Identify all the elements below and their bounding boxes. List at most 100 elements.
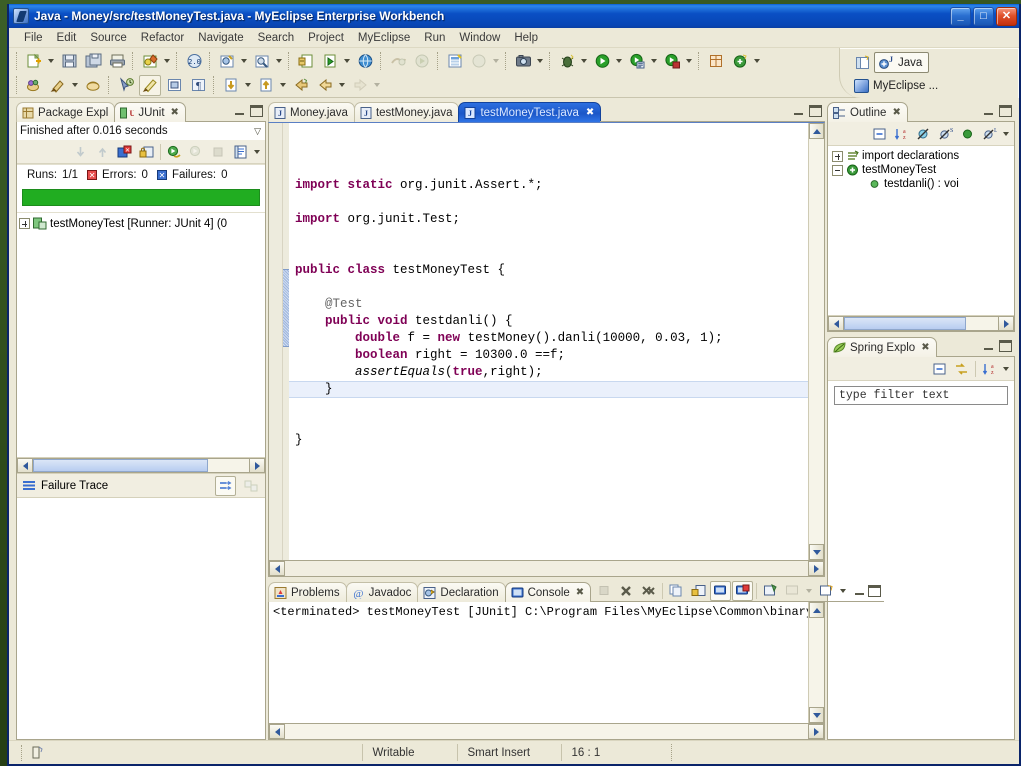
deploy-button[interactable] — [387, 51, 409, 72]
open-perspective-button[interactable] — [23, 75, 45, 96]
display-selected-console-button[interactable] — [782, 581, 803, 601]
previous-failure-button[interactable] — [92, 142, 113, 162]
spring-view-menu-dropdown[interactable] — [1001, 359, 1011, 379]
menu-source[interactable]: Source — [83, 30, 133, 46]
back-history-button[interactable] — [290, 75, 312, 96]
spring-filter-input[interactable]: type filter text — [834, 386, 1008, 405]
menu-search[interactable]: Search — [251, 30, 301, 46]
junit-results-tree[interactable]: testMoneyTest [Runner: JUnit 4] (0 — [17, 212, 265, 457]
maximize-editor-button[interactable] — [809, 104, 822, 117]
scroll-track[interactable] — [285, 561, 808, 576]
scroll-track[interactable] — [809, 618, 824, 707]
tab-declaration[interactable]: Declaration — [417, 582, 506, 602]
menu-edit[interactable]: Edit — [50, 30, 84, 46]
editor-tab-testmoneytest[interactable]: J testMoneyTest.java ✖ — [458, 102, 602, 122]
copy-console-button[interactable] — [666, 581, 687, 601]
open-type-dropdown[interactable] — [239, 51, 249, 71]
scroll-right-button[interactable] — [998, 316, 1014, 331]
maximize-view-button[interactable] — [999, 104, 1012, 117]
collapse-all-button[interactable] — [929, 359, 950, 379]
console-output[interactable]: <terminated> testMoneyTest [JUnit] C:\Pr… — [269, 602, 808, 723]
scroll-right-button[interactable] — [808, 561, 824, 576]
collapse-icon[interactable] — [832, 164, 843, 176]
junit-view-menu-dropdown[interactable] — [252, 142, 262, 162]
view-menu-icon[interactable]: ▽ — [254, 126, 261, 137]
show-pilcrow-button[interactable]: ¶ — [187, 75, 209, 96]
junit-horizontal-scrollbar[interactable] — [17, 457, 265, 473]
snapshot-dropdown[interactable] — [535, 51, 545, 71]
editor-tab-testmoney[interactable]: J testMoney.java — [353, 102, 460, 122]
open-resource-button[interactable] — [295, 51, 317, 72]
search-button[interactable] — [251, 51, 273, 72]
compare-result-button[interactable] — [241, 476, 262, 496]
next-failure-button[interactable] — [70, 142, 91, 162]
maximize-view-button[interactable] — [250, 104, 263, 117]
scroll-lock-button[interactable] — [688, 581, 709, 601]
minimize-console-button[interactable] — [854, 585, 867, 597]
run-dropdown[interactable] — [614, 51, 624, 71]
hide-local-types-button[interactable]: L — [979, 124, 1000, 144]
tab-outline[interactable]: Outline ✖ — [827, 102, 908, 122]
editor-vertical-scrollbar[interactable] — [808, 123, 824, 560]
minimize-editor-button[interactable] — [793, 105, 806, 117]
menu-project[interactable]: Project — [301, 30, 351, 46]
run-button[interactable] — [591, 51, 613, 72]
menu-refactor[interactable]: Refactor — [134, 30, 191, 46]
console-vertical-scrollbar[interactable] — [808, 602, 824, 723]
close-icon[interactable]: ✖ — [892, 107, 900, 118]
scroll-right-button[interactable] — [808, 724, 824, 739]
scroll-track[interactable] — [844, 316, 998, 331]
run-coverage-button[interactable] — [661, 51, 683, 72]
run-external-tools-button[interactable] — [626, 51, 648, 72]
menu-file[interactable]: File — [17, 30, 50, 46]
forward-history-button[interactable] — [314, 75, 336, 96]
sort-button[interactable]: az — [891, 124, 912, 144]
build-dropdown[interactable] — [162, 51, 172, 71]
perspective-java-button[interactable]: J Java — [874, 52, 930, 73]
menu-window[interactable]: Window — [452, 30, 507, 46]
last-edit-location-button[interactable] — [115, 75, 137, 96]
next-annotation-button[interactable] — [220, 75, 242, 96]
remove-all-terminated-button[interactable] — [638, 581, 659, 601]
tab-javadoc[interactable]: @ Javadoc — [345, 582, 419, 602]
toggle-mark-occurrences-button[interactable] — [139, 74, 161, 96]
next-annotation-dropdown[interactable] — [243, 75, 253, 95]
minimize-button[interactable]: _ — [950, 6, 971, 26]
run-as-server-button[interactable] — [319, 51, 341, 72]
scroll-left-button[interactable] — [269, 724, 285, 739]
build-button[interactable] — [139, 51, 161, 72]
spring-tree[interactable] — [828, 410, 1014, 739]
open-task-button[interactable] — [82, 75, 104, 96]
list-item[interactable]: testMoneyTest [Runner: JUnit 4] (0 — [17, 216, 265, 231]
perspective-myeclipse-button[interactable]: MyEclipse ... — [850, 75, 945, 96]
annotation-button[interactable] — [47, 75, 69, 96]
scroll-left-button[interactable] — [828, 316, 844, 331]
scroll-track[interactable] — [809, 139, 824, 544]
editor-tab-money[interactable]: J Money.java — [268, 102, 355, 122]
tab-console[interactable]: Console ✖ — [504, 582, 592, 602]
editor-annotation-ruler[interactable] — [269, 123, 283, 560]
pin-console-button[interactable] — [760, 581, 781, 601]
scroll-thumb[interactable] — [33, 459, 208, 472]
scroll-down-button[interactable] — [809, 544, 824, 560]
menu-myeclipse[interactable]: MyEclipse — [351, 30, 417, 46]
browser-button[interactable] — [354, 51, 376, 72]
new-java-dropdown[interactable] — [752, 51, 762, 71]
external-tools-dropdown[interactable] — [649, 51, 659, 71]
coverage-dropdown[interactable] — [684, 51, 694, 71]
show-console-on-error-button[interactable] — [732, 580, 754, 601]
history-dropdown[interactable] — [337, 75, 347, 95]
menu-run[interactable]: Run — [417, 30, 452, 46]
hide-non-public-button[interactable] — [957, 124, 978, 144]
minimize-view-button[interactable] — [983, 105, 996, 117]
tab-spring-explorer[interactable]: Spring Explo ✖ — [827, 337, 937, 357]
web-20-button[interactable]: 2.0 — [183, 51, 205, 72]
sort-button[interactable]: az — [979, 359, 1000, 379]
debug-dropdown[interactable] — [579, 51, 589, 71]
scroll-right-button[interactable] — [249, 458, 265, 473]
snapshot-button[interactable] — [512, 51, 534, 72]
hide-fields-button[interactable] — [913, 124, 934, 144]
search-dropdown[interactable] — [274, 51, 284, 71]
close-icon[interactable]: ✖ — [921, 342, 929, 353]
list-item[interactable]: testMoneyTest — [828, 163, 1014, 177]
